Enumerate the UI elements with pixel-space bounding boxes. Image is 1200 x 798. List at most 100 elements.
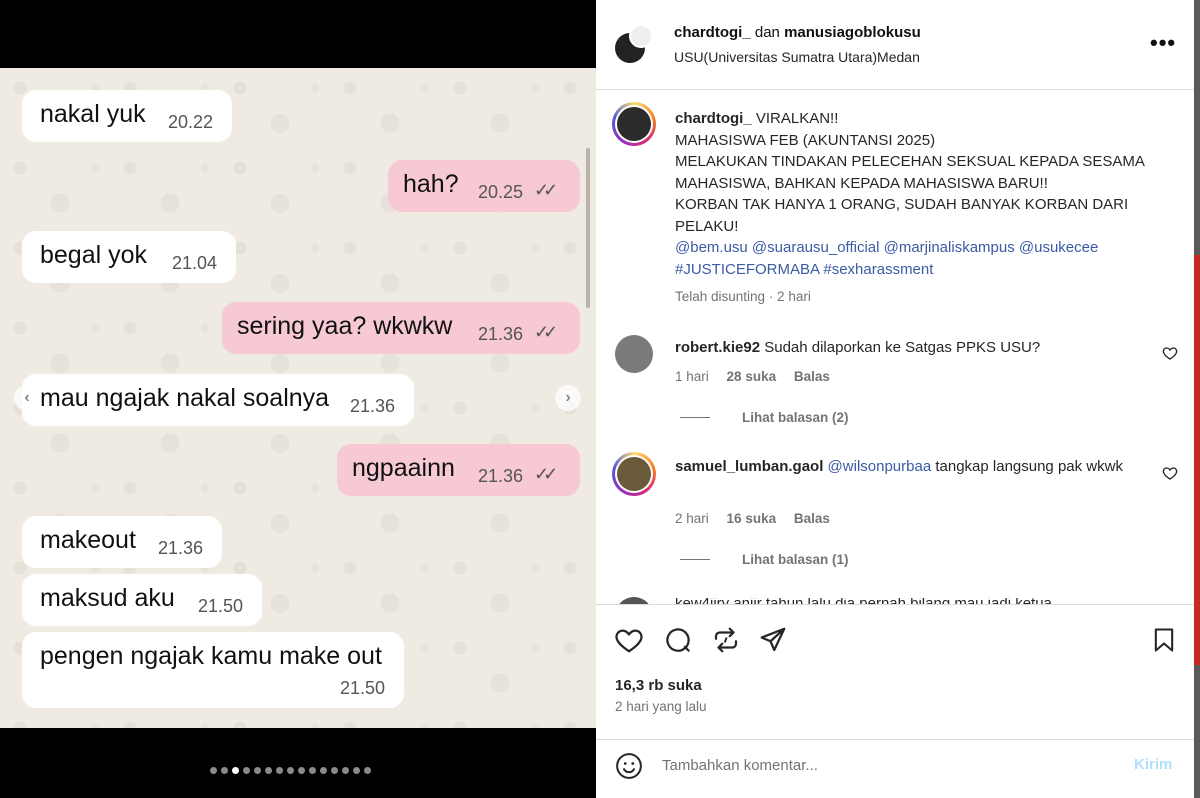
post-likes-count[interactable]: 16,3 rb suka bbox=[615, 677, 702, 694]
carousel-dot bbox=[298, 767, 305, 774]
comment-like-heart-icon[interactable] bbox=[1162, 465, 1178, 481]
caption-hashtags[interactable]: #JUSTICEFORMABA #sexharassment bbox=[675, 259, 1175, 281]
backdrop-accent bbox=[1194, 255, 1200, 665]
carousel-dot bbox=[287, 767, 294, 774]
carousel-dot bbox=[276, 767, 283, 774]
comment-mention-link[interactable]: @wilsonpurbaa bbox=[828, 458, 932, 475]
chat-bubble-outgoing: ngpaainn 21.36 ✓✓ bbox=[337, 444, 580, 496]
comment-text: samuel_lumban.gaol @wilsonpurbaa tangkap… bbox=[675, 455, 1135, 478]
coauthor-username-link[interactable]: manusiagoblokusu bbox=[784, 24, 921, 41]
post-author-names: chardtogi_ dan manusiagoblokusu bbox=[674, 24, 921, 41]
chat-bubble-outgoing: sering yaa? wkwkw 21.36 ✓✓ bbox=[222, 302, 580, 354]
chat-message-time: 21.50 bbox=[340, 678, 386, 698]
chat-message-time: 20.25 bbox=[478, 182, 524, 202]
read-ticks-icon: ✓✓ bbox=[534, 322, 558, 342]
more-options-icon[interactable]: ••• bbox=[1150, 30, 1176, 56]
post-media[interactable]: nakal yuk 20.22 hah? 20.25 ✓✓ begal yok … bbox=[0, 0, 596, 798]
chat-message-text: makeout bbox=[40, 526, 136, 554]
chat-bubble-incoming: pengen ngajak kamu make out 21.50 bbox=[22, 632, 404, 708]
view-replies-button[interactable]: Lihat balasan (2) bbox=[680, 410, 849, 425]
replies-divider bbox=[680, 417, 710, 418]
carousel-dot bbox=[210, 767, 217, 774]
commenter-avatar[interactable] bbox=[615, 335, 653, 373]
comment-meta: 2 hari 16 suka Balas bbox=[675, 511, 830, 526]
commenter-avatar[interactable] bbox=[612, 452, 656, 496]
carousel-dot bbox=[221, 767, 228, 774]
like-heart-icon[interactable] bbox=[614, 625, 644, 655]
comment-username-link[interactable]: robert.kie92 bbox=[675, 339, 760, 356]
caption-line: VIRALKAN!! bbox=[755, 110, 839, 127]
carousel-dot bbox=[265, 767, 272, 774]
comment-meta: 1 hari 28 suka Balas bbox=[675, 369, 830, 384]
location-link[interactable]: USU(Universitas Sumatra Utara)Medan bbox=[674, 49, 920, 65]
chat-message-text: nakal yuk bbox=[40, 100, 146, 128]
comment-age: 2 hari bbox=[675, 511, 709, 526]
view-replies-button[interactable]: Lihat balasan (1) bbox=[680, 552, 849, 567]
caption-line: MAHASISWA FEB (AKUNTANSI 2025) bbox=[675, 131, 936, 149]
emoji-icon[interactable] bbox=[614, 751, 644, 781]
post-date: 2 hari yang lalu bbox=[615, 699, 707, 714]
avatar-secondary[interactable] bbox=[629, 24, 653, 48]
chat-message-text: pengen ngajak kamu make out bbox=[40, 642, 382, 670]
caption-mentions[interactable]: @bem.usu @suarausu_official @marjinalisk… bbox=[675, 237, 1175, 259]
chat-message-text: mau ngajak nakal soalnya bbox=[40, 384, 330, 412]
carousel-dot bbox=[353, 767, 360, 774]
comment-age: 1 hari bbox=[675, 369, 709, 384]
chat-message-text: sering yaa? wkwkw bbox=[237, 312, 453, 340]
carousel-dot bbox=[331, 767, 338, 774]
caption-line: MELAKUKAN TINDAKAN PELECEHAN SEKSUAL KEP… bbox=[675, 153, 1145, 192]
chat-message-time: 21.36 bbox=[478, 466, 524, 486]
post-header: chardtogi_ dan manusiagoblokusu USU(Univ… bbox=[596, 0, 1194, 90]
chat-message-time: 21.50 bbox=[198, 596, 244, 616]
comment-bubble-icon[interactable] bbox=[663, 625, 693, 655]
replies-divider bbox=[680, 559, 710, 560]
read-ticks-icon: ✓✓ bbox=[534, 180, 558, 200]
comment-likes-link[interactable]: 28 suka bbox=[727, 369, 777, 384]
comment-likes-link[interactable]: 16 suka bbox=[727, 511, 777, 526]
caption-avatar[interactable] bbox=[612, 102, 656, 146]
chat-scrollbar bbox=[586, 148, 590, 308]
caption-meta: Telah disunting · 2 hari bbox=[675, 289, 811, 304]
post-caption: chardtogi_ VIRALKAN!! MAHASISWA FEB (AKU… bbox=[675, 108, 1175, 280]
comment-like-heart-icon[interactable] bbox=[1162, 345, 1178, 361]
comment-reply-button[interactable]: Balas bbox=[794, 511, 830, 526]
carousel-dot bbox=[342, 767, 349, 774]
read-ticks-icon: ✓✓ bbox=[534, 464, 558, 484]
send-comment-button[interactable]: Kirim bbox=[1134, 756, 1172, 773]
chat-message-time: 21.36 bbox=[158, 538, 204, 558]
carousel-dot bbox=[254, 767, 261, 774]
chat-message-text: maksud aku bbox=[40, 584, 175, 612]
comment-body: Sudah dilaporkan ke Satgas PPKS USU? bbox=[764, 339, 1041, 356]
chat-bubble-incoming: maksud aku 21.50 bbox=[22, 574, 262, 626]
chat-message-text: begal yok bbox=[40, 241, 148, 269]
chat-message-text: ngpaainn bbox=[352, 454, 455, 482]
chat-bubble-outgoing: hah? 20.25 ✓✓ bbox=[388, 160, 580, 212]
caption-username-link[interactable]: chardtogi_ bbox=[675, 110, 752, 127]
carousel-dot bbox=[320, 767, 327, 774]
chat-bubble-incoming: makeout 21.36 bbox=[22, 516, 222, 568]
chat-screenshot: nakal yuk 20.22 hah? 20.25 ✓✓ begal yok … bbox=[0, 68, 596, 728]
carousel-next-button[interactable]: › bbox=[555, 385, 581, 411]
repost-icon[interactable] bbox=[711, 625, 741, 655]
author-username-link[interactable]: chardtogi_ bbox=[674, 24, 751, 41]
post-actions: 16,3 rb suka 2 hari yang lalu bbox=[596, 604, 1194, 739]
chat-message-time: 21.36 bbox=[350, 396, 396, 416]
caption-line: KORBAN TAK HANYA 1 ORANG, SUDAH BANYAK K… bbox=[675, 196, 1129, 235]
comment-composer: Kirim bbox=[596, 739, 1194, 798]
share-send-icon[interactable] bbox=[758, 625, 788, 655]
view-replies-label: Lihat balasan (1) bbox=[742, 552, 849, 567]
carousel-prev-button[interactable]: ‹ bbox=[14, 385, 40, 411]
chat-message-time: 21.04 bbox=[172, 253, 218, 273]
comment-reply-button[interactable]: Balas bbox=[794, 369, 830, 384]
comment-username-link[interactable]: samuel_lumban.gaol bbox=[675, 458, 823, 475]
view-replies-label: Lihat balasan (2) bbox=[742, 410, 849, 425]
comment-input[interactable] bbox=[662, 753, 1112, 777]
carousel-dot bbox=[364, 767, 371, 774]
chat-message-time: 20.22 bbox=[168, 112, 214, 132]
chat-message-time: 21.36 bbox=[478, 324, 524, 344]
chat-bubble-incoming: mau ngajak nakal soalnya 21.36 bbox=[22, 374, 414, 426]
carousel-dot bbox=[243, 767, 250, 774]
chat-bubble-incoming: begal yok 21.04 bbox=[22, 231, 236, 283]
author-connector: dan bbox=[754, 24, 780, 41]
save-bookmark-icon[interactable] bbox=[1150, 625, 1178, 655]
